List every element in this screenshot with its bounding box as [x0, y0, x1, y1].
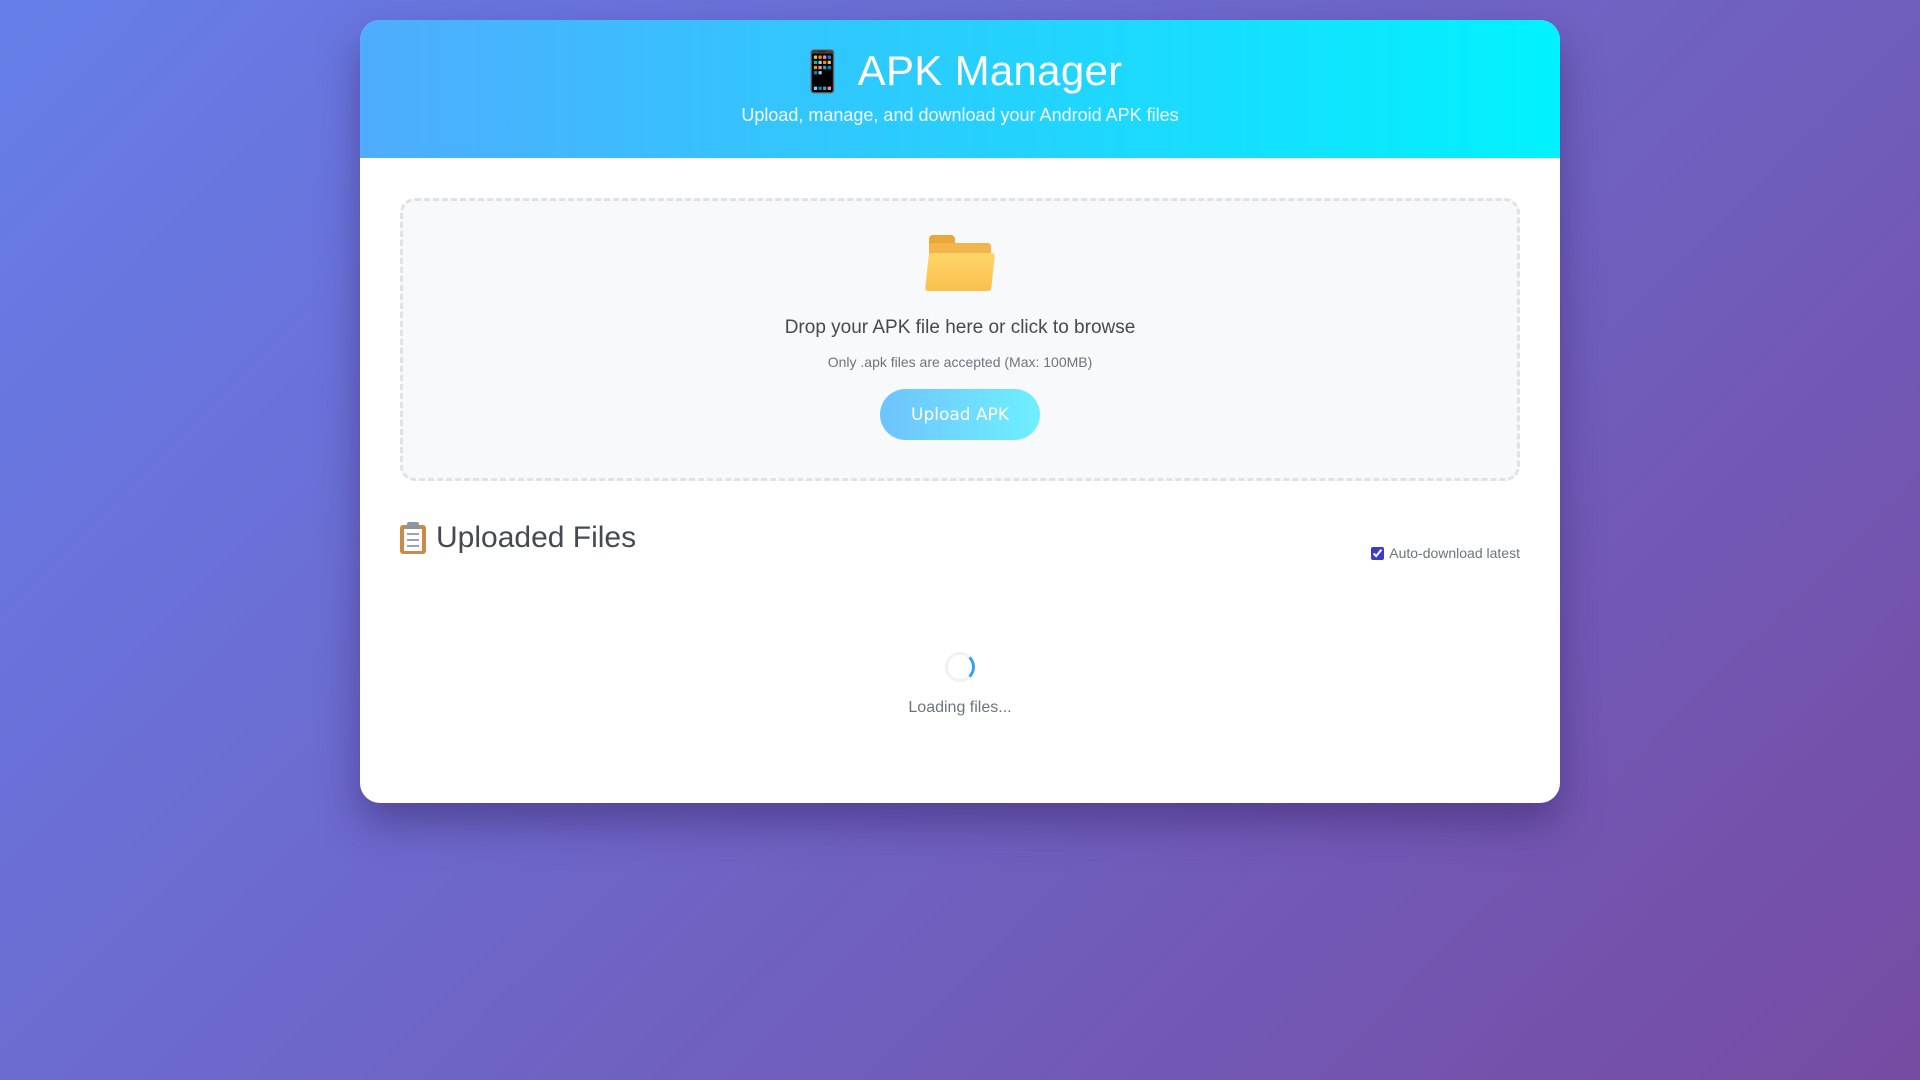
mobile-phone-icon: 📱 — [797, 49, 848, 95]
app-subtitle: Upload, manage, and download your Androi… — [741, 105, 1179, 126]
dropzone-hint: Only .apk files are accepted (Max: 100MB… — [827, 354, 1093, 370]
clipboard-icon — [400, 522, 426, 554]
main-content: Drop your APK file here or click to brow… — [360, 158, 1560, 717]
upload-apk-button[interactable]: Upload APK — [880, 389, 1040, 440]
dropzone-title: Drop your APK file here or click to brow… — [784, 317, 1136, 338]
loading-spinner-icon — [945, 652, 975, 682]
auto-download-label: Auto-download latest — [1389, 545, 1520, 561]
auto-download-checkbox[interactable] — [1371, 546, 1385, 560]
loading-text: Loading files... — [908, 699, 1012, 716]
loading-state: Loading files... — [400, 652, 1520, 717]
uploaded-files-title: Uploaded Files — [436, 521, 637, 554]
upload-dropzone[interactable]: Drop your APK file here or click to brow… — [400, 198, 1520, 481]
section-title: Uploaded Files — [400, 521, 636, 555]
auto-download-toggle[interactable]: Auto-download latest — [1371, 545, 1520, 561]
folder-icon — [925, 233, 995, 291]
app-title-row: 📱 APK Manager — [360, 47, 1560, 95]
app-title: APK Manager — [857, 47, 1123, 94]
app-card: 📱 APK Manager Upload, manage, and downloa… — [360, 20, 1560, 803]
app-header: 📱 APK Manager Upload, manage, and downloa… — [360, 20, 1560, 158]
files-header: Uploaded Files Auto-download latest — [400, 521, 1520, 591]
